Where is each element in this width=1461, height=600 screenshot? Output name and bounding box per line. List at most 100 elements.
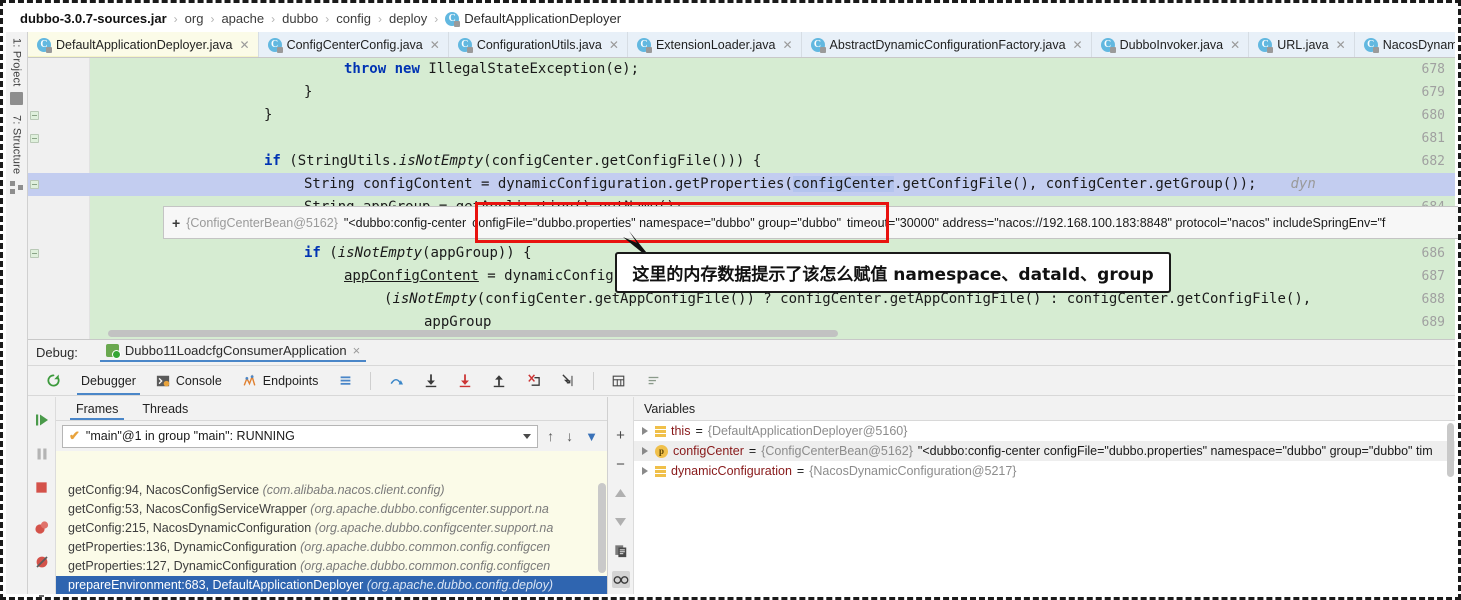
variables-title: Variables xyxy=(644,402,695,416)
tab-threads[interactable]: Threads xyxy=(130,397,200,420)
frame-row[interactable]: getProperties:127, DynamicConfiguration … xyxy=(56,557,607,576)
add-watch-button[interactable]: + xyxy=(612,427,630,444)
tab-debugger[interactable]: Debugger xyxy=(71,367,146,395)
chevron-down-icon[interactable] xyxy=(523,434,531,439)
editor-code-area[interactable]: throw new IllegalStateException(e); } } … xyxy=(103,58,1455,339)
sidebar-item-project[interactable]: 1: Project xyxy=(11,32,23,88)
close-icon[interactable]: × xyxy=(353,343,361,358)
expand-triangle-icon[interactable] xyxy=(642,467,648,475)
editor-tab-extension-loader[interactable]: C ExtensionLoader.java ✕ xyxy=(628,32,802,57)
frame-row-selected[interactable]: prepareEnvironment:683, DefaultApplicati… xyxy=(56,576,607,594)
stop-program-icon xyxy=(34,480,49,495)
move-up-button[interactable] xyxy=(612,485,630,502)
run-to-cursor-button[interactable] xyxy=(551,367,586,395)
filter-button[interactable]: ▼ xyxy=(582,429,601,444)
thread-selector-value: "main"@1 in group "main": RUNNING xyxy=(86,429,295,443)
fold-marker[interactable] xyxy=(30,111,39,120)
force-step-into-button[interactable] xyxy=(448,367,482,395)
breadcrumb-item-org[interactable]: org xyxy=(185,11,204,26)
editor-gutter[interactable] xyxy=(28,58,90,339)
project-icon[interactable] xyxy=(10,92,23,105)
fold-marker[interactable] xyxy=(30,249,39,258)
move-down-button[interactable] xyxy=(612,514,630,531)
pause-program-button[interactable] xyxy=(34,446,50,462)
structure-icon[interactable] xyxy=(10,181,23,194)
thread-selector[interactable]: ✔ "main"@1 in group "main": RUNNING xyxy=(62,425,538,448)
close-icon[interactable]: ✕ xyxy=(430,38,440,52)
variable-row-configcenter[interactable]: p configCenter = {ConfigCenterBean@5162}… xyxy=(634,441,1455,461)
breadcrumb-item-dubbo[interactable]: dubbo xyxy=(282,11,318,26)
step-into-button[interactable] xyxy=(414,367,448,395)
breadcrumb-item-config[interactable]: config xyxy=(336,11,371,26)
tab-console[interactable]: Console xyxy=(146,367,232,395)
expand-triangle-icon[interactable] xyxy=(642,427,648,435)
close-icon[interactable]: ✕ xyxy=(240,38,250,52)
tab-endpoints[interactable]: Endpoints xyxy=(232,367,329,395)
breadcrumb-item-deploy[interactable]: deploy xyxy=(389,11,427,26)
editor-tab-config-center-config[interactable]: C ConfigCenterConfig.java ✕ xyxy=(259,32,449,57)
frame-row[interactable]: getProperties:136, DynamicConfiguration … xyxy=(56,538,607,557)
editor-tab-configuration-utils[interactable]: C ConfigurationUtils.java ✕ xyxy=(449,32,628,57)
debugger-settings-button[interactable] xyxy=(636,367,671,395)
expand-triangle-icon[interactable] xyxy=(642,447,648,455)
close-icon[interactable]: ✕ xyxy=(782,38,792,52)
move-up-button[interactable]: ↑ xyxy=(544,428,557,444)
remove-watch-button[interactable]: − xyxy=(612,456,630,473)
variable-equals: = xyxy=(797,461,804,481)
code-editor[interactable]: 678 679 680 681 682 683 684 685 686 687 … xyxy=(28,58,1455,339)
variable-row-this[interactable]: this = {DefaultApplicationDeployer@5160} xyxy=(634,421,1455,441)
frame-row[interactable]: getConfig:215, NacosDynamicConfiguration… xyxy=(56,519,607,538)
editor-tab-nacos-dynamic[interactable]: C NacosDynam xyxy=(1355,32,1455,57)
editor-tab-dubbo-invoker[interactable]: C DubboInvoker.java ✕ xyxy=(1092,32,1250,57)
breadcrumb: dubbo-3.0.7-sources.jar › org › apache ›… xyxy=(6,6,1455,32)
editor-tab-url[interactable]: C URL.java ✕ xyxy=(1249,32,1354,57)
frame-list[interactable]: getConfig:94, NacosConfigService (com.al… xyxy=(56,481,607,594)
frame-package: (org.apache.dubbo.configcenter.support.n… xyxy=(310,502,549,516)
toolbar-separator xyxy=(370,372,371,390)
inline-debug-value-hint[interactable]: + {ConfigCenterBean@5162} "<dubbo:config… xyxy=(163,206,1459,239)
frame-method: getConfig:53, NacosConfigServiceWrapper xyxy=(68,502,307,516)
frame-row[interactable]: getConfig:94, NacosConfigService (com.al… xyxy=(56,481,607,500)
sidebar-item-structure[interactable]: 7: Structure xyxy=(11,109,23,176)
copy-value-button[interactable] xyxy=(612,543,630,560)
frames-vertical-scrollbar[interactable] xyxy=(598,483,606,573)
expand-icon[interactable]: + xyxy=(172,215,180,231)
resume-program-button[interactable] xyxy=(34,412,50,428)
breadcrumb-item-class[interactable]: C DefaultApplicationDeployer xyxy=(445,11,621,26)
stop-program-button[interactable] xyxy=(34,480,50,496)
tab-frames[interactable]: Frames xyxy=(64,397,130,420)
debug-session-tab[interactable]: Dubbo11LoadcfgConsumerApplication × xyxy=(100,343,366,362)
fold-marker[interactable] xyxy=(30,134,39,143)
debug-body: Frames Threads ✔ "main"@1 in group "main… xyxy=(28,397,1455,594)
move-down-button[interactable]: ↓ xyxy=(563,428,576,444)
frame-row[interactable]: getConfig:53, NacosConfigServiceWrapper … xyxy=(56,500,607,519)
editor-fold-column[interactable] xyxy=(90,58,103,339)
rerun-button[interactable] xyxy=(36,367,71,395)
close-icon[interactable]: ✕ xyxy=(609,38,619,52)
drop-frame-button[interactable] xyxy=(516,367,551,395)
editor-horizontal-scrollbar[interactable] xyxy=(108,330,838,337)
editor-tab-default-application-deployer[interactable]: C DefaultApplicationDeployer.java ✕ xyxy=(28,32,259,57)
frame-method: getProperties:127, DynamicConfiguration xyxy=(68,559,297,573)
inspect-button[interactable] xyxy=(612,571,630,588)
variable-ref: {DefaultApplicationDeployer@5160} xyxy=(708,421,908,441)
variable-row-dynamicconfiguration[interactable]: dynamicConfiguration = {NacosDynamicConf… xyxy=(634,461,1455,481)
view-breakpoints-button[interactable] xyxy=(34,520,50,536)
close-icon[interactable]: ✕ xyxy=(1230,38,1240,52)
evaluate-expression-button[interactable] xyxy=(601,367,636,395)
step-over-button[interactable] xyxy=(378,367,414,395)
class-icon: C xyxy=(1258,38,1272,52)
capture-memory-snapshot-button[interactable] xyxy=(34,594,50,600)
close-icon[interactable]: ✕ xyxy=(1336,38,1346,52)
step-out-button[interactable] xyxy=(482,367,516,395)
variable-name: this xyxy=(671,421,690,441)
mute-breakpoints-button[interactable] xyxy=(34,554,50,570)
fold-marker[interactable] xyxy=(30,180,39,189)
breadcrumb-item-apache[interactable]: apache xyxy=(221,11,264,26)
variables-vertical-scrollbar[interactable] xyxy=(1447,423,1454,477)
layout-settings-button[interactable] xyxy=(328,367,363,395)
breadcrumb-jar[interactable]: dubbo-3.0.7-sources.jar xyxy=(20,11,167,26)
close-icon[interactable]: ✕ xyxy=(1073,38,1083,52)
editor-tab-abstract-dynamic-configuration-factory[interactable]: C AbstractDynamicConfigurationFactory.ja… xyxy=(802,32,1092,57)
editor-tab-label: DubboInvoker.java xyxy=(1120,38,1224,52)
